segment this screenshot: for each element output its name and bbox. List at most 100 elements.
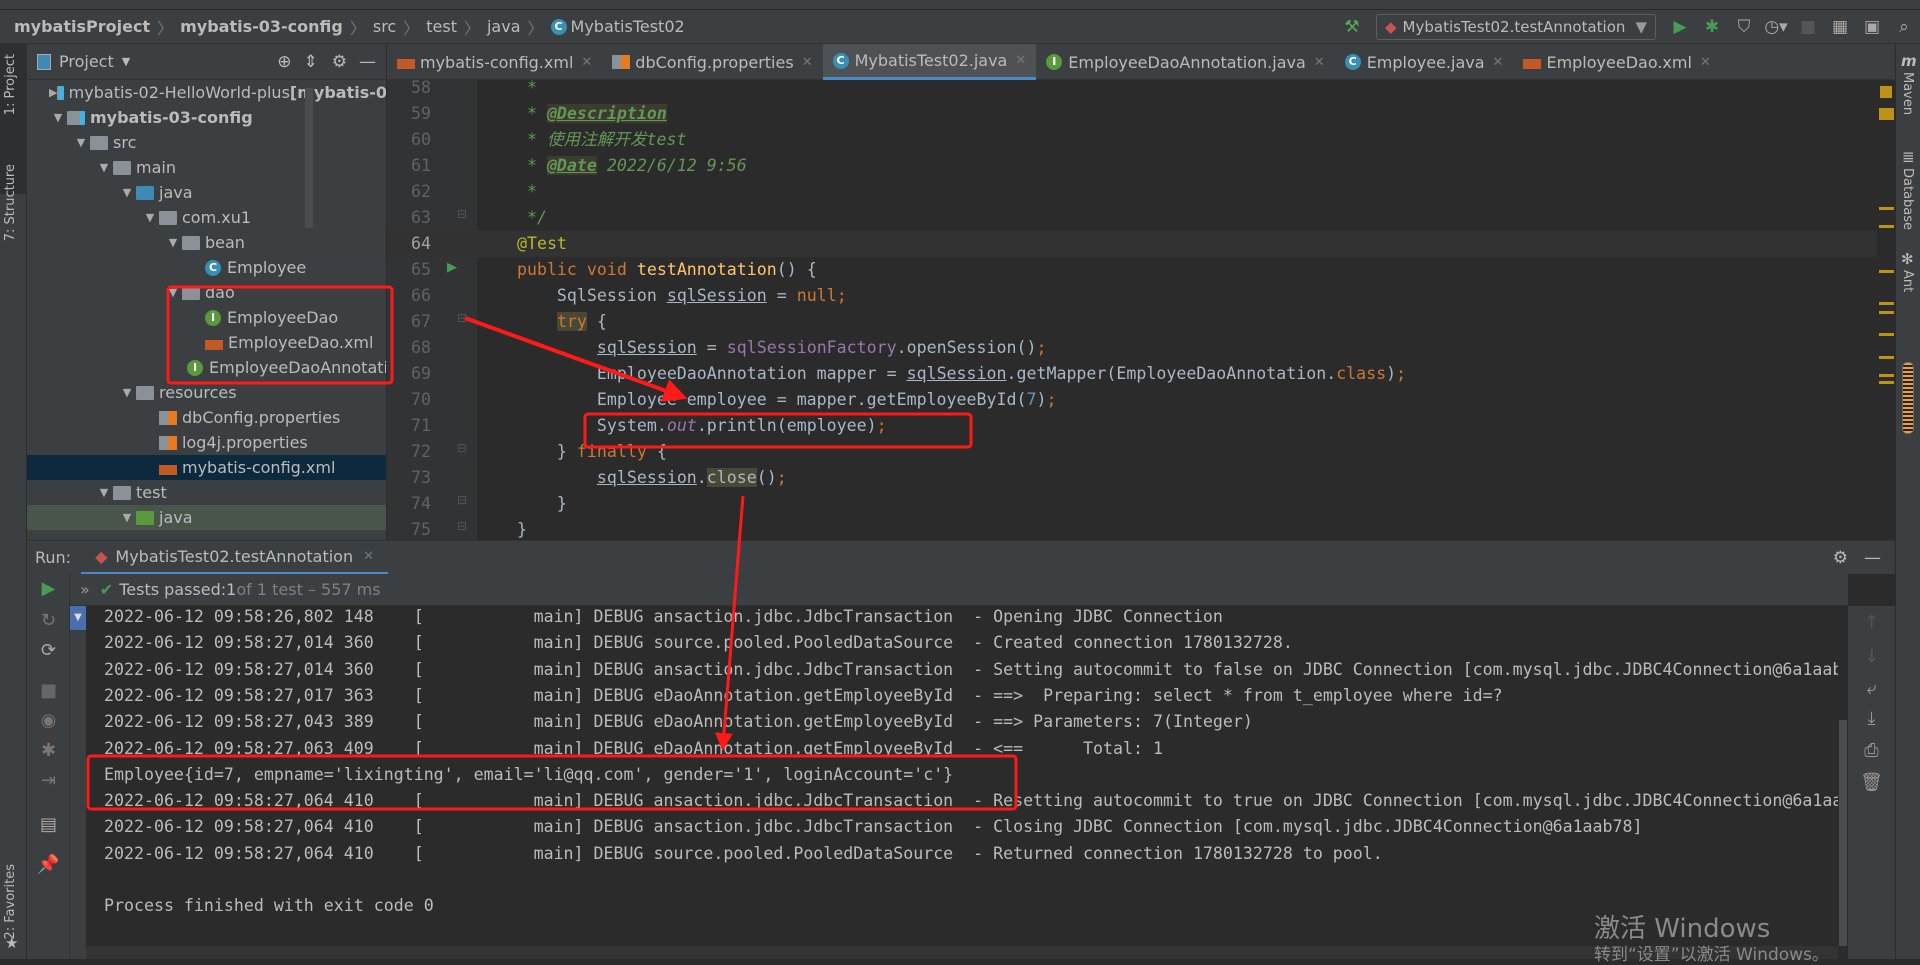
expand-arrow-icon[interactable]: ▼	[95, 161, 113, 174]
debug-rerun-icon[interactable]: ✱	[27, 740, 70, 761]
expand-arrow-icon[interactable]: ▼	[141, 211, 159, 224]
hide-panel-icon[interactable]: —	[359, 52, 376, 72]
tree-item[interactable]: ▼ java	[27, 505, 386, 530]
ant-toolwindow-button[interactable]: Ant	[1900, 270, 1915, 292]
run-tab[interactable]: ◆ MybatisTest02.testAnnotation ✕	[81, 541, 389, 575]
warning-stripe-mark[interactable]	[1879, 356, 1894, 359]
close-icon[interactable]: ✕	[581, 55, 592, 70]
tree-item[interactable]: ▼ resources	[27, 380, 386, 405]
chevron-down-icon[interactable]: ▼	[122, 55, 130, 68]
expand-arrow-icon[interactable]: ▼	[118, 511, 136, 524]
collapse-triangle-icon[interactable]: ▼	[70, 606, 86, 630]
project-structure-icon[interactable]: ▦	[1824, 17, 1856, 37]
profiler-icon[interactable]: ◷▾	[1760, 17, 1792, 37]
tab-employeedaoannotation-java[interactable]: I EmployeeDaoAnnotation.java ✕	[1036, 44, 1334, 80]
warning-stripe-mark[interactable]	[1879, 207, 1894, 210]
tab-mybatis-config-xml[interactable]: mybatis-config.xml ✕	[387, 44, 602, 80]
expand-arrow-icon[interactable]: ▼	[164, 286, 182, 299]
scroll-to-end-icon[interactable]: ⤓	[1848, 708, 1895, 729]
up-arrow-icon[interactable]: ↑	[1848, 612, 1895, 633]
tree-item[interactable]: ▼ main	[27, 155, 386, 180]
structure-toolwindow-button[interactable]: 7: Structure	[3, 164, 18, 241]
project-view-select[interactable]: Project	[59, 52, 114, 71]
tree-item[interactable]: ▼ mybatis-03-config	[27, 105, 386, 130]
tree-item[interactable]: EmployeeDao.xml	[27, 330, 386, 355]
tree-item[interactable]: log4j.properties	[27, 430, 386, 455]
warning-stripe-mark[interactable]	[1879, 302, 1894, 305]
warning-stripe-mark[interactable]	[1879, 270, 1894, 273]
fold-marker-icon[interactable]: ⊟	[457, 311, 467, 325]
code-editor[interactable]: 58 * 59 * @Description 60 * 使用注解开发test 61 *…	[387, 80, 1877, 540]
build-hammer-icon[interactable]: ⚒	[1336, 17, 1368, 37]
trash-icon[interactable]: 🗑	[1848, 772, 1895, 793]
tab-mybatistest02-java[interactable]: C MybatisTest02.java ✕	[822, 44, 1037, 80]
favorites-toolwindow-button[interactable]: 2: Favorites	[3, 864, 18, 940]
warning-stripe-mark[interactable]	[1879, 117, 1894, 120]
rerun-failed-icon[interactable]: ↻	[27, 610, 70, 631]
expand-arrow-icon[interactable]: ▼	[72, 136, 90, 149]
tree-item[interactable]: ▼ java	[27, 180, 386, 205]
toggle-autotest-icon[interactable]: ⟳	[27, 640, 70, 661]
stop-icon[interactable]: ■	[27, 680, 70, 701]
tab-dbconfig-properties[interactable]: dbConfig.properties ✕	[602, 44, 822, 80]
tree-item[interactable]: I EmployeeDao	[27, 305, 386, 330]
warning-stripe-mark[interactable]	[1879, 311, 1894, 314]
breadcrumb-src[interactable]: src	[373, 17, 396, 36]
fold-marker-icon[interactable]: ⊟	[457, 519, 467, 533]
locate-crosshair-icon[interactable]: ⊕	[277, 52, 291, 72]
hide-panel-icon[interactable]: —	[1864, 548, 1881, 568]
gear-icon[interactable]: ⚙	[332, 52, 347, 72]
run-icon[interactable]: ▶	[1664, 17, 1696, 37]
expand-arrow-icon[interactable]: ▼	[164, 236, 182, 249]
maven-toolwindow-button[interactable]: Maven	[1900, 72, 1915, 115]
tab-employeedao-xml[interactable]: EmployeeDao.xml ✕	[1513, 44, 1720, 80]
rerun-icon[interactable]: ▶	[27, 578, 70, 599]
debug-bug-icon[interactable]: ✱	[1696, 17, 1728, 37]
collapse-all-icon[interactable]: ⇕	[304, 52, 318, 72]
tree-item[interactable]: ▼ src	[27, 130, 386, 155]
fold-marker-icon[interactable]: ⊟	[457, 207, 467, 221]
close-icon[interactable]: ✕	[363, 549, 374, 564]
expand-arrow-icon[interactable]: ▼	[95, 486, 113, 499]
tree-item[interactable]: ▼ bean	[27, 230, 386, 255]
breadcrumb-java[interactable]: java	[487, 17, 521, 36]
warning-stripe-mark[interactable]	[1879, 381, 1894, 384]
warning-stripe-mark[interactable]	[1879, 225, 1894, 228]
tree-item[interactable]: ▼ com.xu1	[27, 205, 386, 230]
expand-arrow-icon[interactable]: ▼	[118, 186, 136, 199]
tree-item[interactable]: dbConfig.properties	[27, 405, 386, 430]
gear-icon[interactable]: ⚙	[1833, 548, 1848, 568]
expand-arrow-icon[interactable]: ▶	[49, 86, 57, 99]
project-toolwindow-button[interactable]: 1: Project	[3, 54, 18, 115]
tree-item[interactable]: mybatis-config.xml	[27, 455, 386, 480]
run-with-coverage-icon[interactable]: ⛉	[1728, 17, 1760, 37]
console-horizontal-scrollbar[interactable]	[86, 946, 1838, 959]
run-test-gutter-icon[interactable]: ▶	[447, 260, 457, 275]
close-icon[interactable]: ✕	[1015, 53, 1026, 68]
breadcrumb-project[interactable]: mybatisProject	[14, 17, 150, 36]
run-configuration-select[interactable]: ◆ MybatisTest02.testAnnotation ▼	[1376, 14, 1656, 40]
close-icon[interactable]: ✕	[1493, 55, 1504, 70]
tree-item[interactable]: I EmployeeDaoAnnotation	[27, 355, 386, 380]
close-icon[interactable]: ✕	[1314, 55, 1325, 70]
database-toolwindow-button[interactable]: Database	[1900, 168, 1915, 230]
warning-stripe-mark[interactable]	[1879, 333, 1894, 336]
breadcrumb-file[interactable]: C MybatisTest02	[550, 17, 685, 36]
close-icon[interactable]: ✕	[802, 55, 813, 70]
tab-employee-java[interactable]: C Employee.java ✕	[1335, 44, 1514, 80]
search-icon[interactable]: ⌕	[1888, 17, 1920, 37]
tree-item[interactable]: C Employee	[27, 255, 386, 280]
expand-chevrons-icon[interactable]: »	[80, 580, 90, 599]
expand-arrow-icon[interactable]: ▼	[49, 111, 67, 124]
breadcrumb-test[interactable]: test	[426, 17, 457, 36]
soft-wrap-icon[interactable]: ⤶	[1848, 678, 1895, 699]
fold-marker-icon[interactable]: ⊟	[457, 493, 467, 507]
tree-item[interactable]: ▶ mybatis-02-HelloWorld-plus [mybatis-0	[27, 80, 386, 105]
dump-threads-camera-icon[interactable]: ◉	[27, 710, 70, 731]
stop-icon[interactable]: ■	[1792, 17, 1824, 37]
layout-icon[interactable]: ▤	[27, 814, 70, 835]
console-output[interactable]: 2022-06-12 09:58:26,802 148 [ main] DEBU…	[86, 606, 1838, 946]
pin-icon[interactable]: 📌	[27, 854, 70, 875]
import-tests-icon[interactable]: ⇥	[27, 770, 70, 791]
down-arrow-icon[interactable]: ↓	[1848, 646, 1895, 667]
